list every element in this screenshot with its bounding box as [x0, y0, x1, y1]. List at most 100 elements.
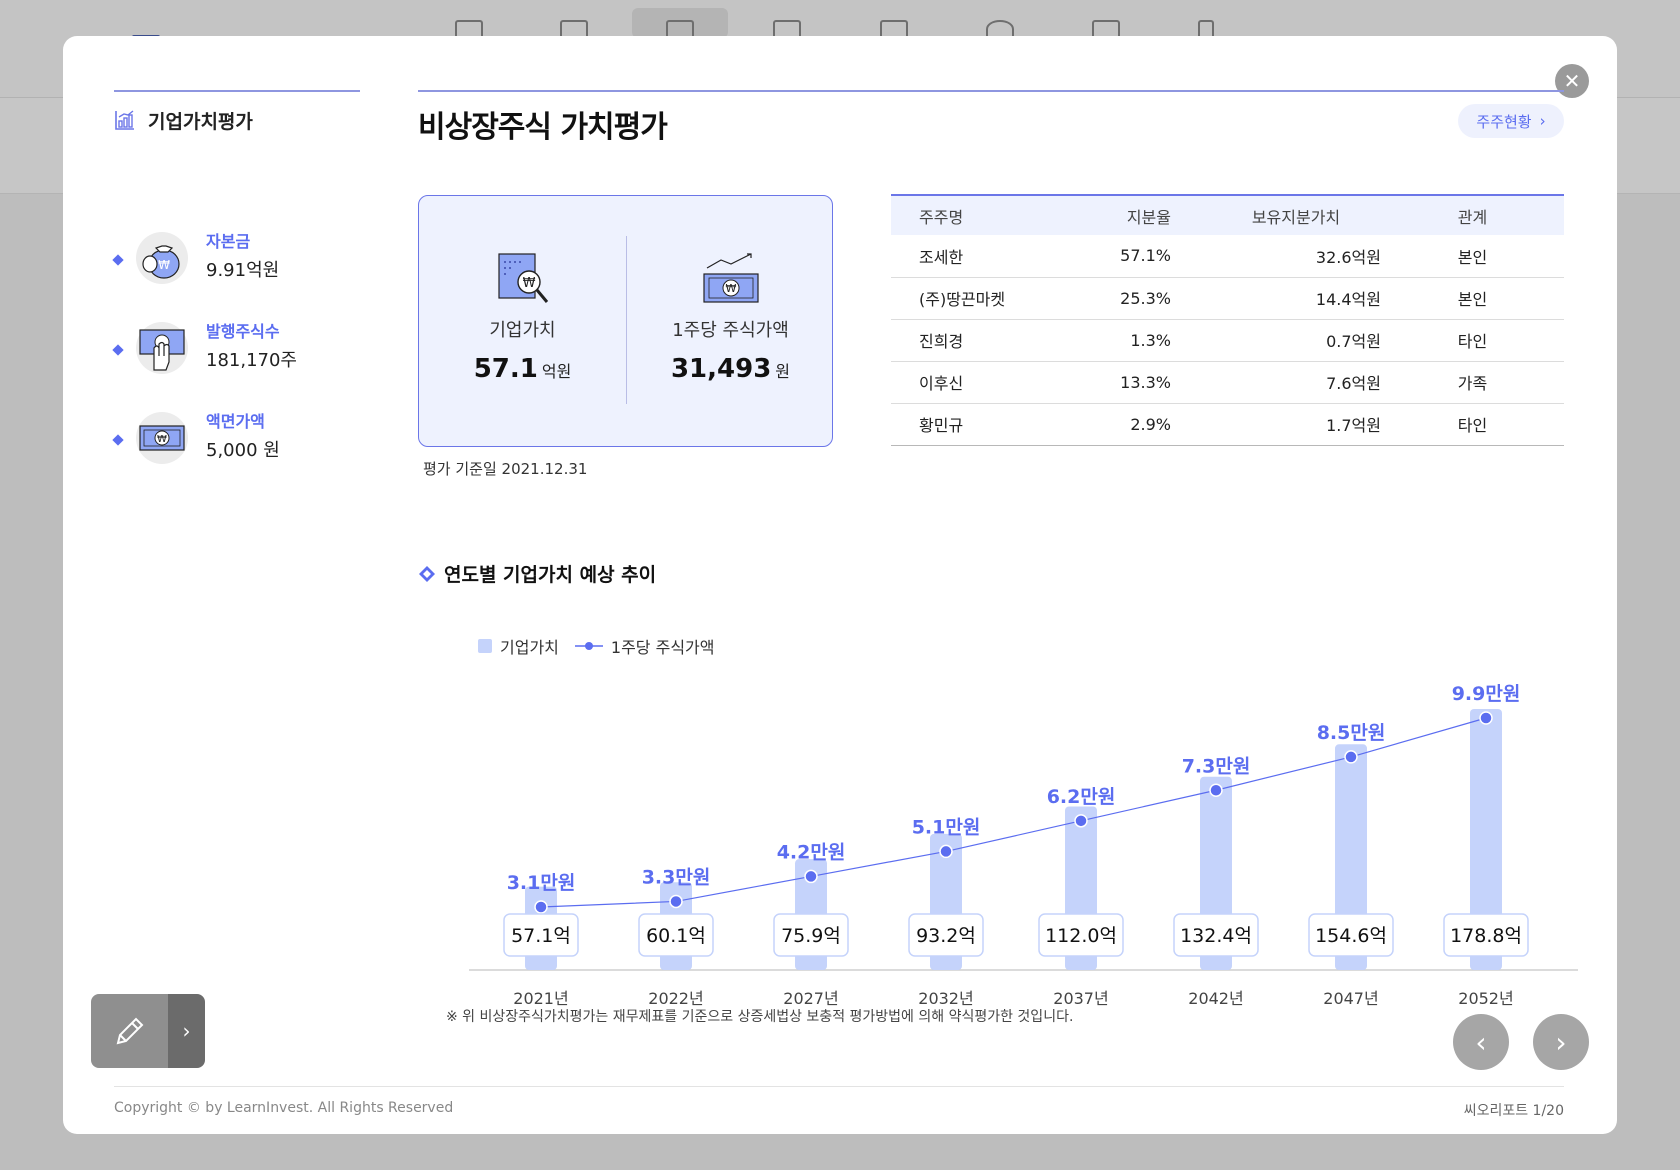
banknote-trend-icon: ₩: [702, 253, 759, 303]
par-value-label: 액면가액: [206, 412, 265, 431]
table-row: 조세한 57.1% 32.6억원 본인: [891, 235, 1564, 278]
bar-data-label: 112.0억: [1045, 925, 1117, 947]
cell-value: 32.6억원: [1171, 235, 1381, 278]
sidebar-title-text: 기업가치평가: [148, 110, 253, 133]
cell-relation: 타인: [1381, 403, 1564, 446]
header-relation: 관계: [1457, 207, 1488, 227]
share-price: 31,493 원: [627, 354, 834, 384]
sidebar-items: ₩ 자본금 9.91억원 발행주식수 181,170주 ₩ 액면가액 5,000…: [112, 226, 374, 496]
cell-ratio: 25.3%: [1061, 277, 1171, 320]
x-tick-label: 2052년: [1458, 989, 1513, 1006]
close-icon: ✕: [1563, 69, 1581, 93]
capital-value: 9.91억원: [206, 260, 280, 281]
chart-line-point: [939, 844, 953, 859]
bar-data-label: 57.1억: [511, 925, 571, 947]
bullet-icon: [112, 434, 124, 446]
chart-title-text: 연도별 기업가치 예상 추이: [444, 564, 657, 586]
x-tick-label: 2042년: [1188, 989, 1243, 1006]
chart-line-point: [1479, 711, 1493, 725]
money-bag-icon: ₩: [136, 232, 188, 284]
pencil-icon[interactable]: [91, 994, 168, 1068]
close-button[interactable]: ✕: [1555, 64, 1589, 98]
chevron-right-icon: ›: [1539, 112, 1546, 130]
expand-chevron-icon[interactable]: ›: [168, 994, 205, 1068]
sidebar-title: 기업가치평가: [114, 106, 253, 134]
page-indicator: 씨오리포트 1/20: [1463, 1103, 1564, 1119]
line-data-label: 3.1만원: [507, 872, 576, 894]
company-value-label: 기업가치: [489, 320, 556, 341]
chart-line-point: [1344, 750, 1358, 764]
cell-value: 14.4억원: [1171, 277, 1381, 320]
table-row: (주)땅끈마켓 25.3% 14.4억원 본인: [891, 277, 1564, 320]
cell-ratio: 1.3%: [1061, 319, 1171, 362]
previous-page-button[interactable]: ‹: [1453, 1014, 1509, 1070]
x-tick-label: 2032년: [918, 989, 973, 1006]
document-search-icon: ₩: [497, 253, 548, 303]
company-value: 57.1 억원: [419, 354, 626, 384]
line-data-label: 9.9만원: [1452, 683, 1521, 705]
cell-relation: 가족: [1381, 361, 1564, 404]
chart-line-point: [804, 869, 818, 884]
bar-data-label: 60.1억: [646, 925, 706, 947]
table-row: 진희경 1.3% 0.7억원 타인: [891, 319, 1564, 362]
share-price-label: 1주당 주식가액: [672, 320, 789, 341]
svg-text:₩: ₩: [157, 434, 167, 445]
table-row: 황민규 2.9% 1.7억원 타인: [891, 403, 1564, 446]
bar-data-label: 93.2억: [916, 925, 976, 947]
bar-data-label: 132.4억: [1180, 925, 1252, 947]
x-tick-label: 2047년: [1323, 989, 1378, 1006]
sidebar-item-shares: 발행주식수 181,170주: [112, 316, 374, 406]
valuation-card: ₩ 기업가치 57.1 억원 ₩ 1주당 주식가액 31,493 원: [418, 195, 833, 447]
par-value-value: 5,000 원: [206, 440, 280, 461]
footer-divider: [114, 1086, 1564, 1087]
cell-name: 황민규: [891, 403, 1061, 446]
shareholder-button-label: 주주현황: [1476, 112, 1532, 131]
cell-value: 0.7억원: [1171, 319, 1381, 362]
x-tick-label: 2027년: [783, 989, 838, 1006]
chart-line-point: [669, 894, 683, 909]
header-name: 주주명: [919, 207, 964, 227]
main-divider: [418, 90, 1564, 92]
line-data-label: 4.2만원: [777, 841, 846, 863]
chevron-right-icon: ›: [1555, 1025, 1567, 1059]
chart-footnote: ※ 위 비상장주식가치평가는 재무제표를 기준으로 상증세법상 보충적 평가방법…: [446, 1009, 1074, 1025]
shareholder-table: 주주명 지분율 보유지분가치 관계 조세한 57.1% 32.6억원 본인 (주…: [891, 194, 1564, 446]
share-price-number: 31,493: [670, 354, 772, 384]
evaluation-date: 평가 기준일 2021.12.31: [423, 460, 588, 478]
cell-ratio: 13.3%: [1061, 361, 1171, 404]
bar-data-label: 178.8억: [1450, 925, 1522, 947]
cell-value: 7.6억원: [1171, 361, 1381, 404]
cell-name: 조세한: [891, 235, 1061, 278]
shareholder-status-button[interactable]: 주주현황 ›: [1458, 104, 1564, 138]
cell-name: (주)땅끈마켓: [891, 277, 1061, 320]
shares-value: 181,170주: [206, 350, 297, 371]
cell-ratio: 2.9%: [1061, 403, 1171, 446]
cell-ratio: 57.1%: [1061, 235, 1171, 278]
cell-relation: 타인: [1381, 319, 1564, 362]
cell-name: 이후신: [891, 361, 1061, 404]
chevron-left-icon: ‹: [1475, 1025, 1487, 1059]
header-value: 보유지분가치: [1251, 207, 1341, 227]
x-tick-label: 2021년: [513, 989, 568, 1006]
growth-chart-icon: [115, 110, 134, 130]
company-value-block: ₩ 기업가치 57.1 억원: [419, 252, 626, 384]
svg-text:₩: ₩: [522, 276, 535, 291]
cell-value: 1.7억원: [1171, 403, 1381, 446]
table-header-row: 주주명 지분율 보유지분가치 관계: [891, 195, 1564, 235]
valuation-chart: 3.1만원 57.1억 2021년 3.3만원 60.1억 2022년 4.2만원 75.9억…: [469, 683, 1578, 1006]
bar-data-label: 75.9억: [781, 925, 841, 947]
next-page-button[interactable]: ›: [1533, 1014, 1589, 1070]
share-price-block: ₩ 1주당 주식가액 31,493 원: [627, 252, 834, 384]
line-data-label: 5.1만원: [912, 816, 981, 838]
chart-line-point: [1209, 783, 1223, 798]
line-data-label: 7.3만원: [1182, 755, 1251, 777]
svg-text:₩: ₩: [725, 282, 736, 295]
shares-label: 발행주식수: [206, 322, 280, 341]
x-tick-label: 2022년: [648, 989, 703, 1006]
edit-tool-button[interactable]: ›: [91, 994, 205, 1068]
valuation-modal: ✕ 기업가치평가 ₩ 자본금 9.91억원 발행주식수 181,170주 ₩ 액…: [63, 36, 1617, 1134]
cell-relation: 본인: [1381, 235, 1564, 278]
cell-name: 진희경: [891, 319, 1061, 362]
chart-line-point: [534, 900, 548, 914]
bar-data-label: 154.6억: [1315, 925, 1387, 947]
